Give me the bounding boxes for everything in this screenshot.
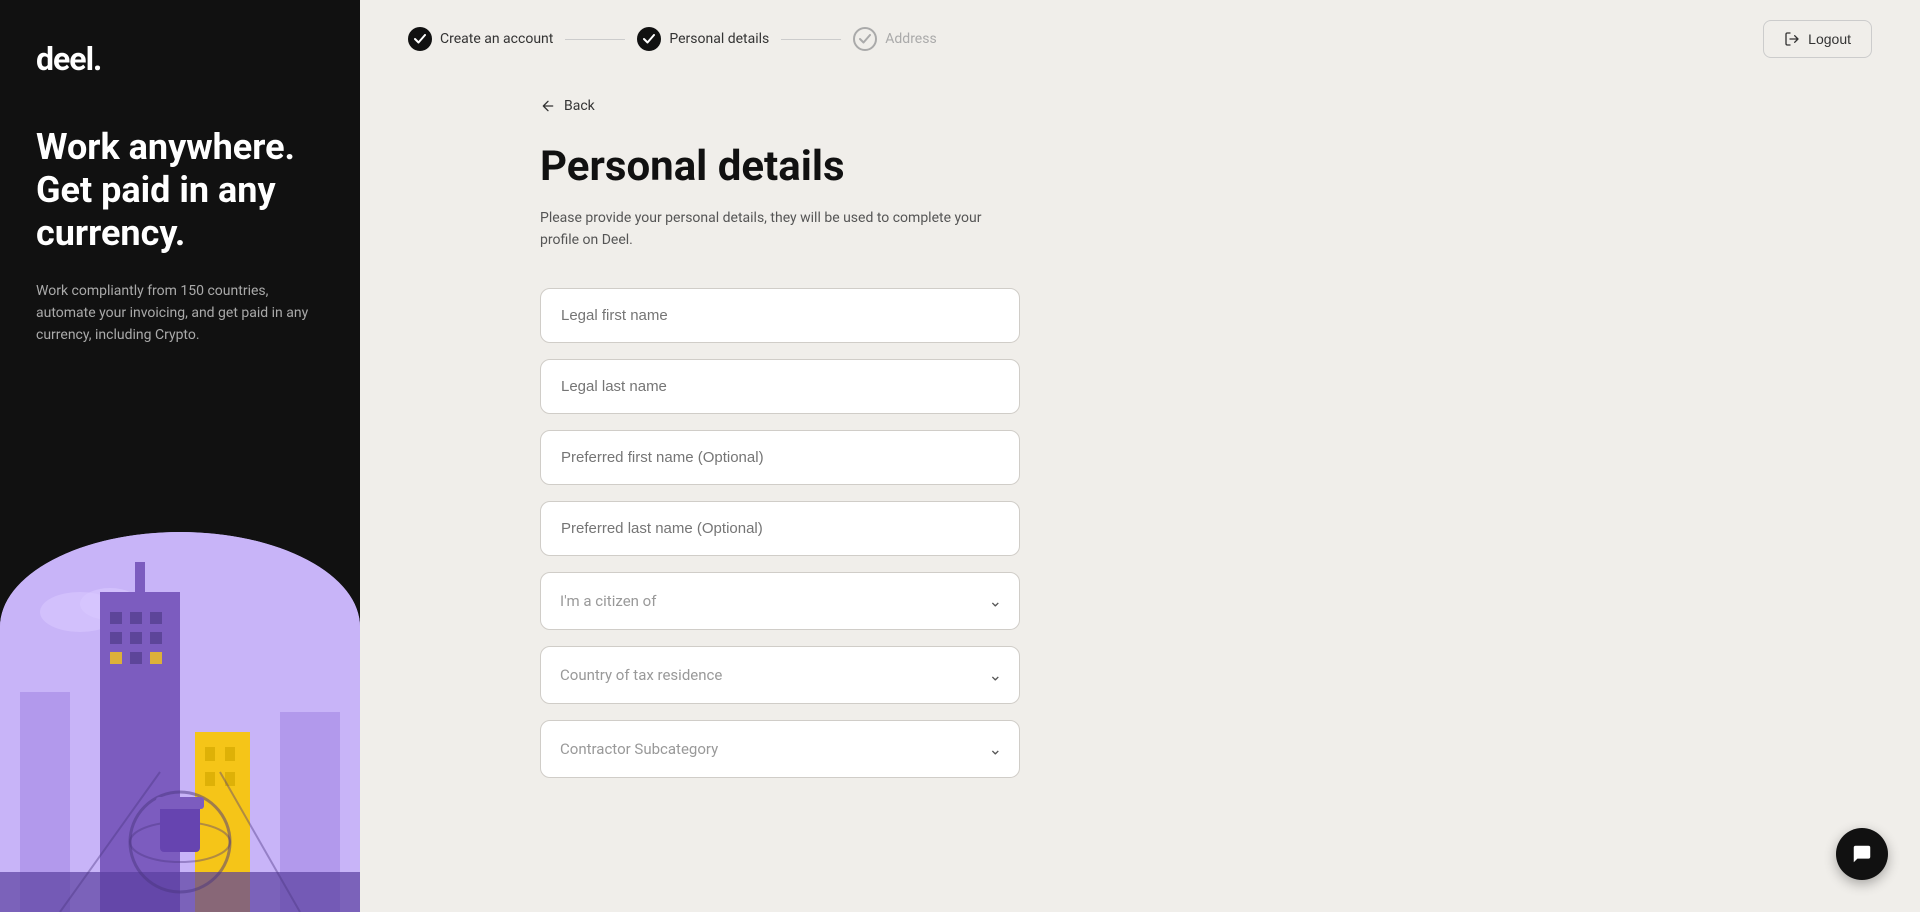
step-label-address: Address bbox=[885, 31, 936, 47]
citizen-of-wrapper: ⌄ I'm a citizen of bbox=[540, 572, 1020, 630]
main-content: Create an account Personal details bbox=[360, 0, 1920, 912]
back-label: Back bbox=[564, 98, 595, 114]
step-label-create-account: Create an account bbox=[440, 31, 553, 47]
preferred-last-name-input[interactable] bbox=[540, 501, 1020, 556]
step-create-account: Create an account bbox=[408, 27, 553, 51]
chat-icon bbox=[1851, 843, 1873, 865]
contractor-subcategory-select[interactable] bbox=[540, 720, 1020, 778]
step-address: Address bbox=[853, 27, 936, 51]
logo: deel. bbox=[36, 40, 324, 78]
connector-1 bbox=[565, 39, 625, 40]
steps-container: Create an account Personal details bbox=[408, 27, 937, 51]
contractor-subcategory-wrapper: ⌄ Contractor Subcategory bbox=[540, 720, 1020, 778]
city-illustration bbox=[0, 532, 360, 912]
page-description: Please provide your personal details, th… bbox=[540, 207, 1020, 252]
page-title: Personal details bbox=[540, 142, 1380, 191]
form-container: Back Personal details Please provide you… bbox=[360, 78, 1560, 912]
step-label-personal-details: Personal details bbox=[669, 31, 769, 47]
citizen-of-select[interactable] bbox=[540, 572, 1020, 630]
connector-2 bbox=[781, 39, 841, 40]
preferred-first-name-input[interactable] bbox=[540, 430, 1020, 485]
step-icon-create-account bbox=[408, 27, 432, 51]
back-link[interactable]: Back bbox=[540, 98, 595, 114]
chat-button[interactable] bbox=[1836, 828, 1888, 880]
logout-button[interactable]: Logout bbox=[1763, 20, 1872, 58]
top-nav: Create an account Personal details bbox=[360, 0, 1920, 78]
back-arrow-icon bbox=[540, 98, 556, 114]
sidebar-subtext: Work compliantly from 150 countries, aut… bbox=[36, 280, 324, 347]
step-icon-address bbox=[853, 27, 877, 51]
tax-residence-select[interactable] bbox=[540, 646, 1020, 704]
sidebar: deel. Work anywhere. Get paid in any cur… bbox=[0, 0, 360, 912]
form-fields: ⌄ I'm a citizen of ⌄ Country of tax resi… bbox=[540, 288, 1020, 778]
legal-last-name-input[interactable] bbox=[540, 359, 1020, 414]
tax-residence-wrapper: ⌄ Country of tax residence bbox=[540, 646, 1020, 704]
logout-icon bbox=[1784, 31, 1800, 47]
legal-first-name-input[interactable] bbox=[540, 288, 1020, 343]
sidebar-illustration bbox=[0, 532, 360, 912]
step-personal-details: Personal details bbox=[637, 27, 769, 51]
logout-label: Logout bbox=[1808, 31, 1851, 47]
step-icon-personal-details bbox=[637, 27, 661, 51]
sidebar-headline: Work anywhere. Get paid in any currency. bbox=[36, 126, 324, 256]
